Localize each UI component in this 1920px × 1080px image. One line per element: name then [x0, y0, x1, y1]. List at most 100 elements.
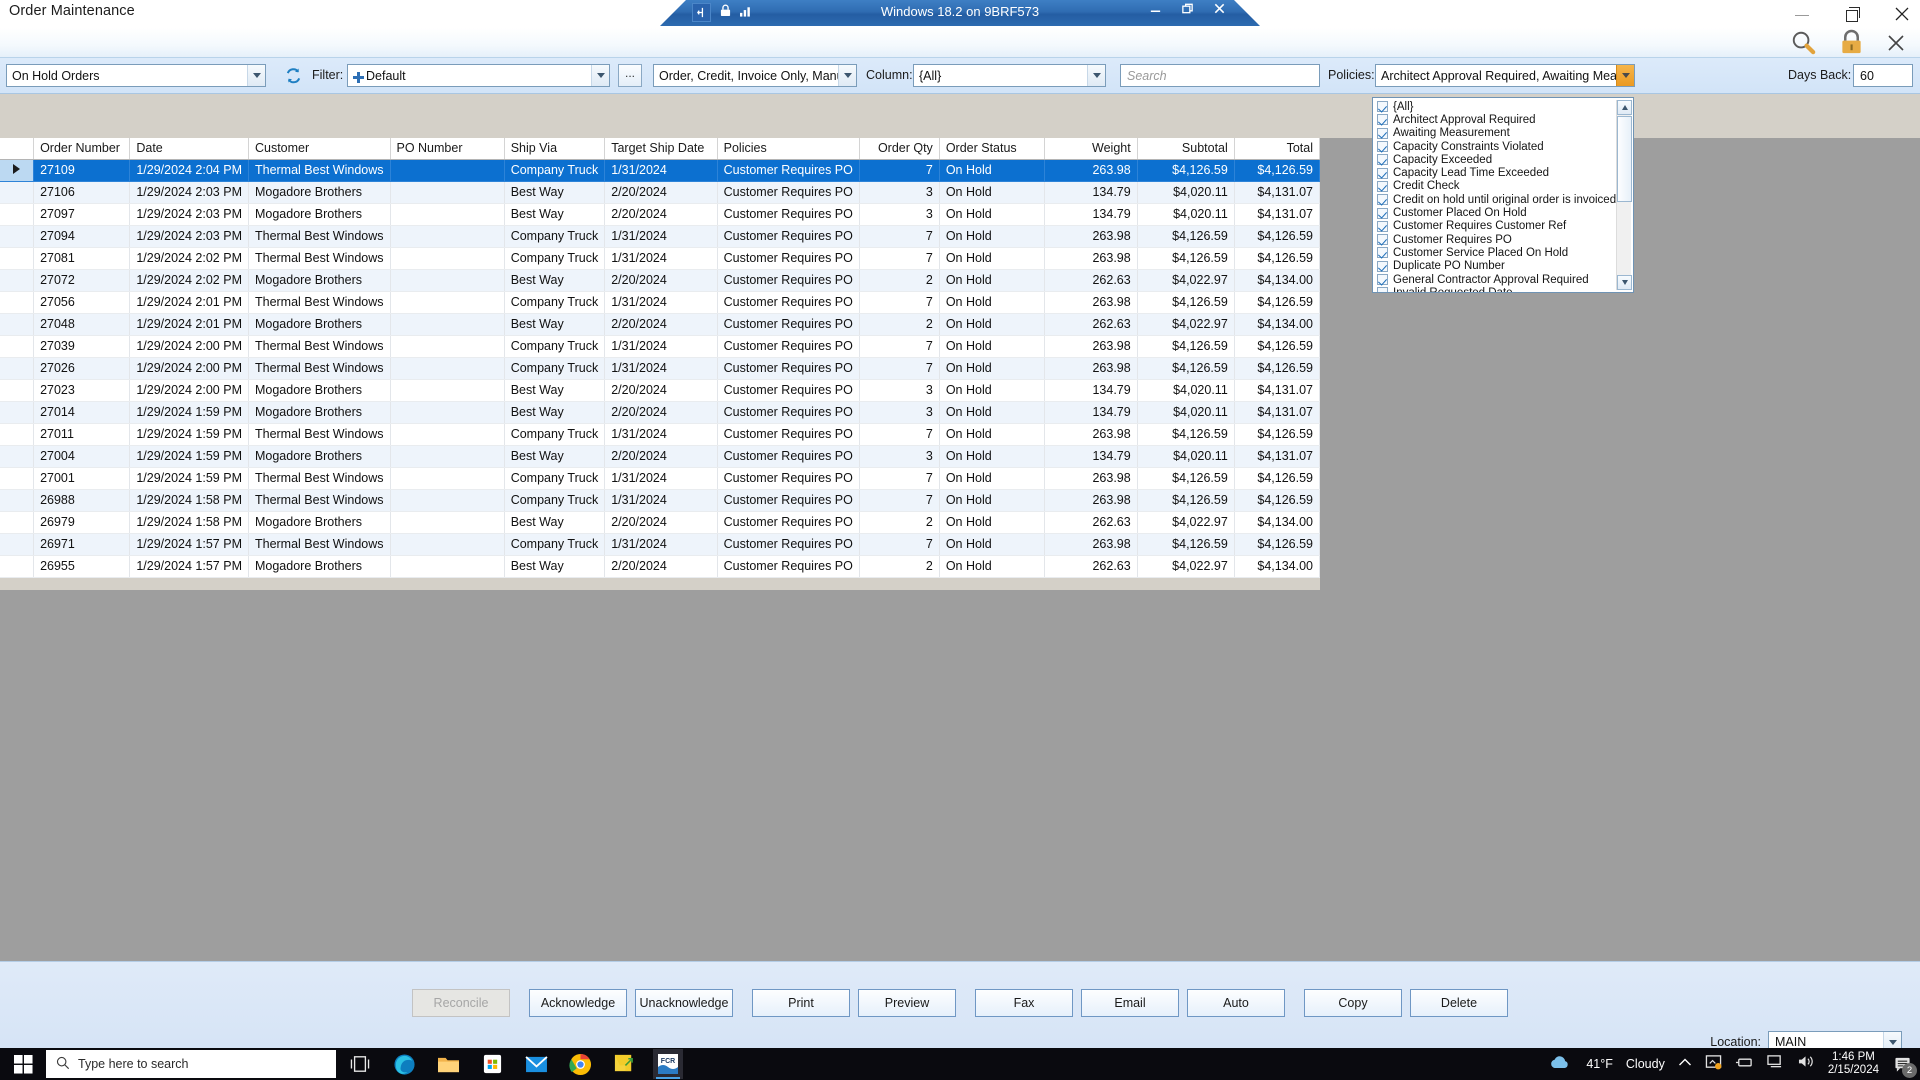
- table-cell-qty[interactable]: 7: [859, 247, 940, 270]
- table-cell-target[interactable]: 1/31/2024: [604, 489, 718, 512]
- table-cell-customer[interactable]: Thermal Best Windows: [248, 291, 391, 314]
- table-cell-policies[interactable]: Customer Requires PO: [717, 445, 860, 468]
- table-cell-order[interactable]: 26988: [33, 489, 131, 512]
- checkbox-checked-icon[interactable]: [1377, 207, 1388, 219]
- table-cell-target[interactable]: 2/20/2024: [604, 313, 718, 336]
- grid-column-header[interactable]: Ship Via: [504, 138, 606, 160]
- table-cell-po[interactable]: [390, 225, 505, 248]
- mail-icon[interactable]: [521, 1049, 551, 1079]
- table-cell-po[interactable]: [390, 511, 505, 534]
- table-cell-subtotal[interactable]: $4,020.11: [1137, 445, 1235, 468]
- table-cell-weight[interactable]: 263.98: [1044, 467, 1138, 490]
- table-cell-total[interactable]: $4,134.00: [1234, 555, 1321, 578]
- table-cell-order[interactable]: 27014: [33, 401, 131, 424]
- table-cell-ship_via[interactable]: Company Truck: [504, 357, 606, 380]
- table-cell-qty[interactable]: 2: [859, 313, 940, 336]
- table-cell-po[interactable]: [390, 335, 505, 358]
- table-cell-status[interactable]: On Hold: [939, 357, 1045, 380]
- table-cell-target[interactable]: 1/31/2024: [604, 357, 718, 380]
- table-cell-ship_via[interactable]: Best Way: [504, 445, 606, 468]
- table-cell-weight[interactable]: 262.63: [1044, 313, 1138, 336]
- table-cell-status[interactable]: On Hold: [939, 445, 1045, 468]
- row-selector-cell[interactable]: [0, 269, 35, 292]
- file-explorer-icon[interactable]: [433, 1049, 463, 1079]
- row-selector-cell[interactable]: [0, 379, 35, 402]
- table-cell-target[interactable]: 1/31/2024: [604, 335, 718, 358]
- table-cell-ship_via[interactable]: Company Truck: [504, 335, 606, 358]
- table-cell-ship_via[interactable]: Company Truck: [504, 489, 606, 512]
- table-cell-date[interactable]: 1/29/2024 2:04 PM: [129, 159, 249, 182]
- table-cell-date[interactable]: 1/29/2024 2:03 PM: [129, 203, 249, 226]
- table-cell-po[interactable]: [390, 269, 505, 292]
- table-cell-date[interactable]: 1/29/2024 2:03 PM: [129, 225, 249, 248]
- table-cell-order[interactable]: 27011: [33, 423, 131, 446]
- filter-select[interactable]: Default: [347, 64, 610, 87]
- table-cell-po[interactable]: [390, 181, 505, 204]
- table-cell-qty[interactable]: 3: [859, 445, 940, 468]
- table-cell-qty[interactable]: 3: [859, 181, 940, 204]
- table-cell-date[interactable]: 1/29/2024 1:58 PM: [129, 511, 249, 534]
- table-cell-status[interactable]: On Hold: [939, 225, 1045, 248]
- table-row[interactable]: 27097 1/29/2024 2:03 PM Mogadore Brothers B…: [0, 203, 1321, 226]
- table-cell-qty[interactable]: 2: [859, 555, 940, 578]
- table-row[interactable]: 26971 1/29/2024 1:57 PM Thermal Best Windo…: [0, 533, 1321, 556]
- table-cell-policies[interactable]: Customer Requires PO: [717, 225, 860, 248]
- table-cell-order[interactable]: 27023: [33, 379, 131, 402]
- table-row[interactable]: 27039 1/29/2024 2:00 PM Thermal Best Windo…: [0, 335, 1321, 358]
- row-selector-cell[interactable]: [0, 357, 35, 380]
- table-cell-target[interactable]: 2/20/2024: [604, 379, 718, 402]
- table-cell-customer[interactable]: Thermal Best Windows: [248, 533, 391, 556]
- notification-icon[interactable]: 2: [1892, 1053, 1917, 1078]
- table-row[interactable]: 27081 1/29/2024 2:02 PM Thermal Best Windo…: [0, 247, 1321, 270]
- table-cell-order[interactable]: 27056: [33, 291, 131, 314]
- grid-column-header[interactable]: Total: [1234, 138, 1321, 160]
- table-cell-weight[interactable]: 263.98: [1044, 247, 1138, 270]
- table-row[interactable]: 27026 1/29/2024 2:00 PM Thermal Best Windo…: [0, 357, 1321, 380]
- preview-button[interactable]: Preview: [858, 989, 956, 1017]
- table-cell-order[interactable]: 27097: [33, 203, 131, 226]
- table-cell-qty[interactable]: 2: [859, 269, 940, 292]
- grid-column-header[interactable]: PO Number: [390, 138, 505, 160]
- filter-options-button[interactable]: ...: [618, 64, 642, 87]
- table-cell-po[interactable]: [390, 203, 505, 226]
- table-cell-subtotal[interactable]: $4,126.59: [1137, 423, 1235, 446]
- row-selector-cell[interactable]: [0, 291, 35, 314]
- policy-list-item[interactable]: Credit on hold until original order is i…: [1375, 193, 1616, 206]
- table-cell-ship_via[interactable]: Company Truck: [504, 423, 606, 446]
- table-cell-ship_via[interactable]: Best Way: [504, 555, 606, 578]
- policy-list-item[interactable]: Customer Requires Customer Ref: [1375, 220, 1615, 233]
- scrollbar-thumb[interactable]: [1617, 116, 1632, 202]
- table-cell-total[interactable]: $4,131.07: [1234, 379, 1321, 402]
- table-cell-status[interactable]: On Hold: [939, 247, 1045, 270]
- onedrive-icon[interactable]: [1705, 1054, 1722, 1075]
- table-row[interactable]: 27106 1/29/2024 2:03 PM Mogadore Brothers B…: [0, 181, 1321, 204]
- table-cell-weight[interactable]: 263.98: [1044, 423, 1138, 446]
- column-select[interactable]: {All}: [913, 64, 1106, 87]
- table-cell-order[interactable]: 27001: [33, 467, 131, 490]
- grid-column-header[interactable]: Subtotal: [1137, 138, 1235, 160]
- table-cell-date[interactable]: 1/29/2024 1:57 PM: [129, 533, 249, 556]
- row-selector-cell[interactable]: [0, 445, 35, 468]
- table-cell-weight[interactable]: 134.79: [1044, 181, 1138, 204]
- table-cell-status[interactable]: On Hold: [939, 313, 1045, 336]
- table-cell-customer[interactable]: Mogadore Brothers: [248, 313, 391, 336]
- table-cell-policies[interactable]: Customer Requires PO: [717, 269, 860, 292]
- table-cell-subtotal[interactable]: $4,126.59: [1137, 467, 1235, 490]
- table-cell-qty[interactable]: 7: [859, 467, 940, 490]
- table-cell-subtotal[interactable]: $4,022.97: [1137, 269, 1235, 292]
- table-cell-date[interactable]: 1/29/2024 2:02 PM: [129, 269, 249, 292]
- checkbox-checked-icon[interactable]: [1377, 274, 1388, 285]
- policy-list-item[interactable]: Invalid Requested Date: [1375, 286, 1615, 292]
- magnifier-icon[interactable]: [1790, 29, 1817, 61]
- row-selector-cell[interactable]: [0, 401, 35, 424]
- table-cell-customer[interactable]: Thermal Best Windows: [248, 225, 391, 248]
- table-cell-po[interactable]: [390, 291, 505, 314]
- table-row[interactable]: 27056 1/29/2024 2:01 PM Thermal Best Windo…: [0, 291, 1321, 314]
- table-cell-ship_via[interactable]: Best Way: [504, 181, 606, 204]
- table-cell-total[interactable]: $4,126.59: [1234, 533, 1321, 556]
- table-cell-total[interactable]: $4,126.59: [1234, 159, 1321, 182]
- volume-icon[interactable]: [1797, 1054, 1815, 1074]
- checkbox-checked-icon[interactable]: [1377, 247, 1388, 259]
- chevron-down-icon[interactable]: [838, 65, 856, 86]
- table-cell-status[interactable]: On Hold: [939, 401, 1045, 424]
